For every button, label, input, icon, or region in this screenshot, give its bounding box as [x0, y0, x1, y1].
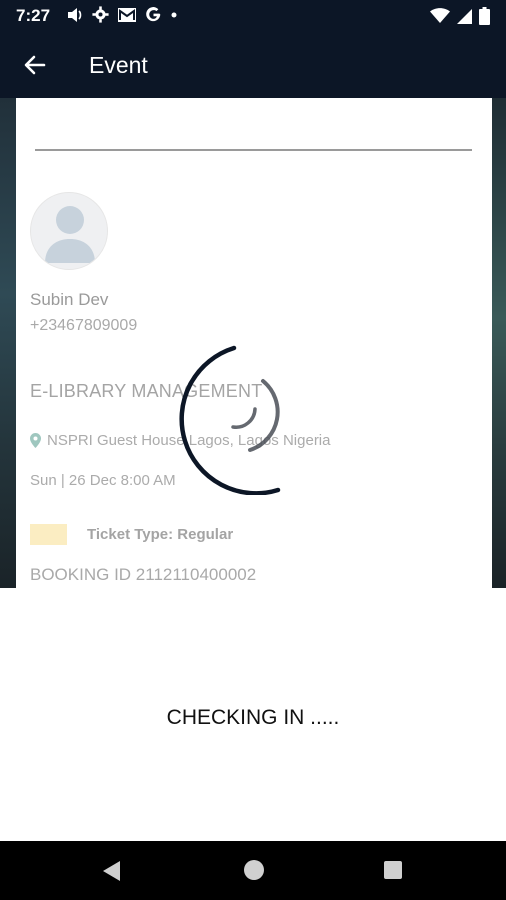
ticket-type-swatch: [30, 524, 67, 545]
nav-back-icon[interactable]: [102, 860, 122, 882]
wifi-icon: [430, 8, 450, 23]
user-name: Subin Dev: [30, 290, 109, 309]
user-phone: +23467809009: [30, 317, 138, 334]
battery-icon: [479, 7, 490, 25]
location-pin-icon: [30, 433, 41, 448]
status-bar: 7:27: [0, 0, 506, 32]
system-nav-bar: [0, 841, 506, 900]
booking-id: BOOKING ID 2112110400002: [30, 565, 257, 584]
page-title: Event: [89, 52, 148, 78]
loading-spinner: [179, 345, 281, 495]
ticket-card: Subin Dev +23467809009 E-LIBRARY MANAGEM…: [16, 98, 492, 588]
signal-icon: [457, 8, 472, 24]
volume-icon: [68, 7, 82, 22]
google-icon: [146, 7, 161, 22]
checking-in-message: CHECKING IN .....: [166, 706, 340, 729]
divider: [35, 149, 472, 151]
background-image-left: [0, 98, 16, 588]
mail-icon: [118, 7, 136, 22]
app-bar: Event: [0, 32, 506, 98]
event-datetime: Sun | 26 Dec 8:00 AM: [30, 472, 176, 489]
nav-recents-icon[interactable]: [384, 861, 402, 879]
avatar: [30, 192, 108, 270]
ticket-type-label: Ticket Type: Regular: [87, 526, 234, 543]
dot-icon: [171, 12, 177, 17]
status-left-icons: [66, 6, 178, 23]
nav-home-icon[interactable]: [244, 860, 264, 880]
user-placeholder-icon: [45, 206, 95, 263]
gear-icon: [92, 6, 109, 23]
background-image-right: [492, 98, 506, 588]
ticket-type-row: Ticket Type: Regular: [30, 524, 233, 545]
arrow-left-icon[interactable]: [22, 52, 48, 78]
status-right-icons: [430, 7, 490, 25]
status-time: 7:27: [16, 6, 51, 25]
